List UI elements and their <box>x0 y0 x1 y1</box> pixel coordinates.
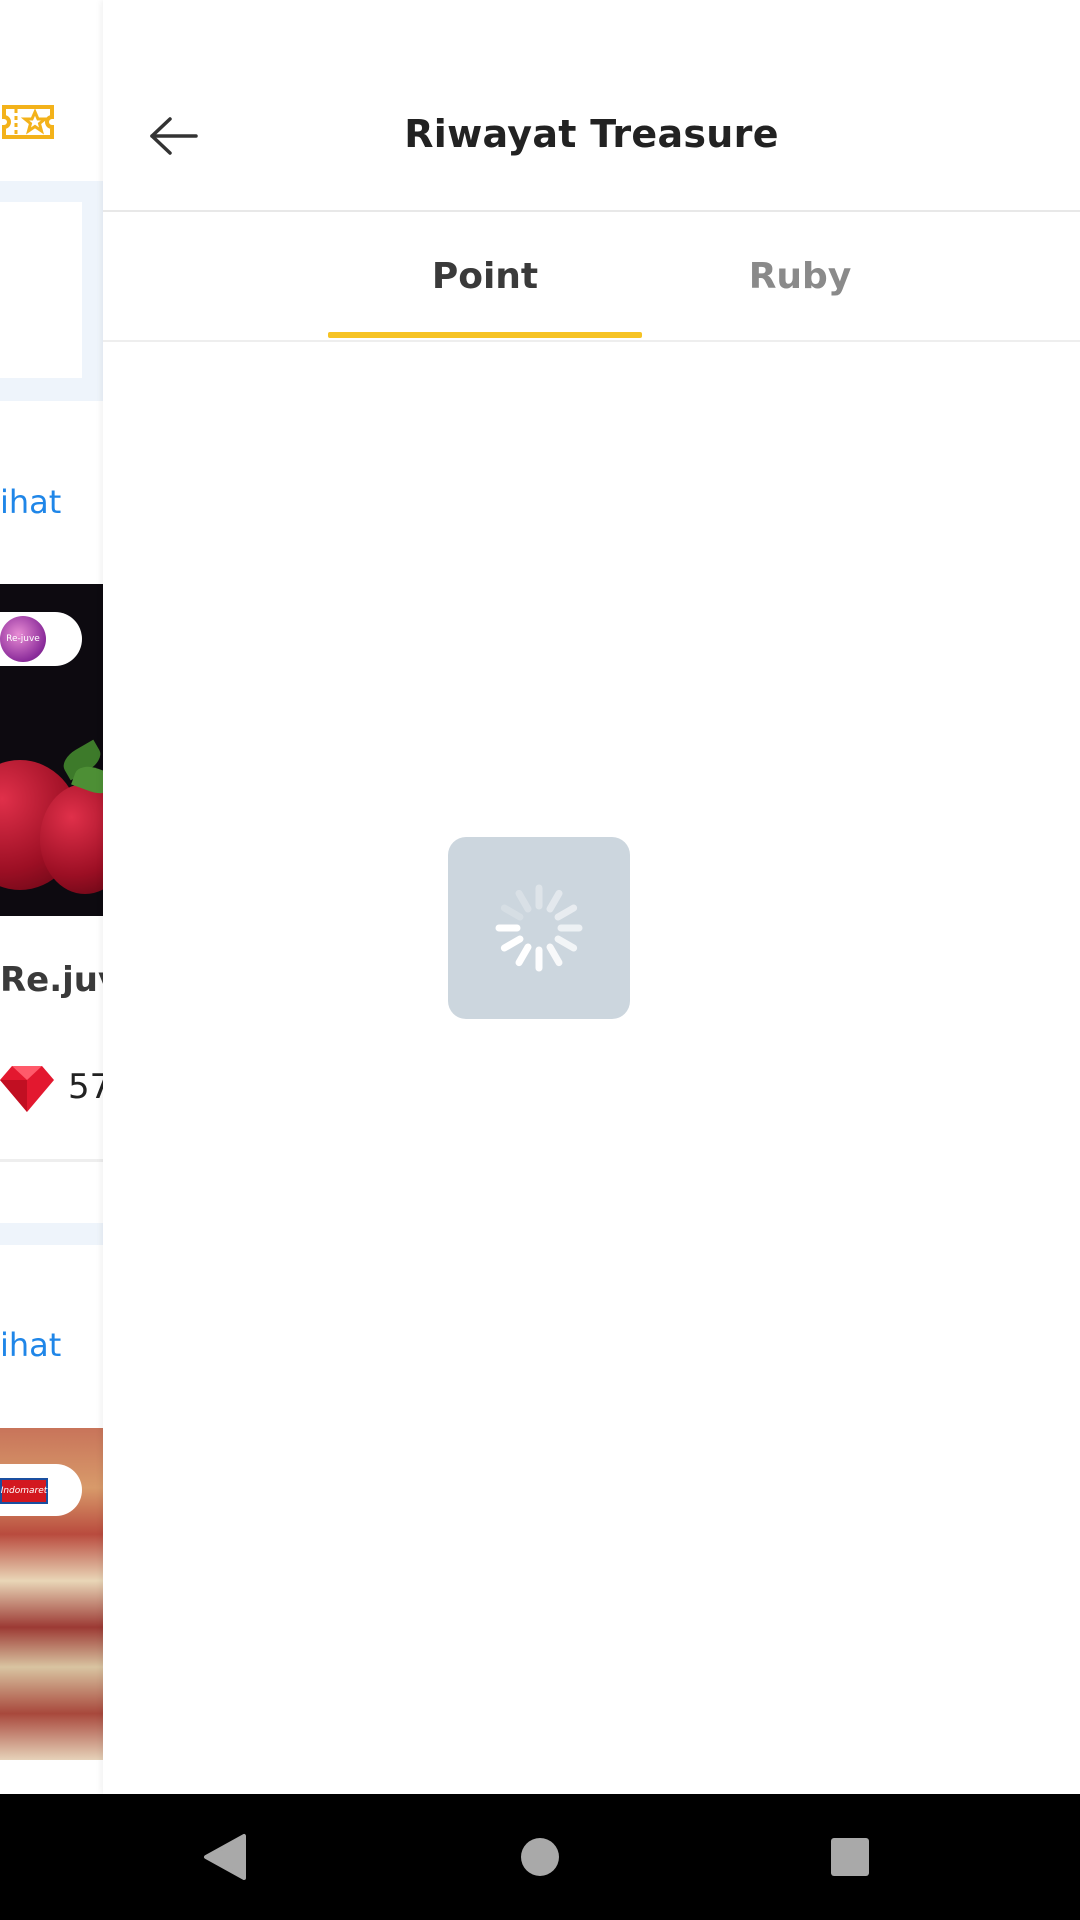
history-content <box>103 342 1080 1794</box>
promo-image-indomaret[interactable]: Indomaret <box>0 1428 103 1760</box>
app-header: Riwayat Treasure <box>103 0 1080 212</box>
system-nav-bar <box>0 1794 1080 1920</box>
background-page: ihat Re-juve Re.juve 57 ihat Indomaret <box>0 0 103 1794</box>
rejuve-logo: Re-juve <box>0 616 46 662</box>
indomaret-logo: Indomaret <box>0 1478 48 1504</box>
divider <box>0 1159 103 1162</box>
home-circle-icon <box>521 1838 559 1876</box>
product-title: Re.juve <box>0 960 103 1000</box>
nav-home-button[interactable] <box>505 1824 575 1890</box>
back-triangle-icon <box>204 1834 246 1880</box>
recents-square-icon <box>831 1838 869 1876</box>
spinner-icon <box>495 884 583 972</box>
tab-ruby[interactable]: Ruby <box>643 212 957 340</box>
brand-logo-text: Indomaret <box>0 1486 48 1496</box>
tab-bar: Point Ruby <box>103 212 1080 342</box>
promo-image-rejuve[interactable]: Re-juve <box>0 584 103 916</box>
loading-indicator <box>448 837 630 1019</box>
ruby-price: 57 <box>68 1067 103 1107</box>
see-all-link[interactable]: ihat <box>0 1325 61 1365</box>
page-title: Riwayat Treasure <box>404 112 779 156</box>
ticket-star-icon[interactable] <box>0 103 56 141</box>
brand-badge: Re-juve <box>0 612 82 666</box>
nav-back-button[interactable] <box>190 1824 260 1890</box>
section-separator <box>0 1223 103 1245</box>
banner-card[interactable] <box>0 202 82 378</box>
ruby-icon <box>0 1066 54 1112</box>
riwayat-treasure-panel: Riwayat Treasure Point Ruby <box>103 0 1080 1794</box>
active-tab-indicator <box>328 332 642 338</box>
tab-point[interactable]: Point <box>328 212 642 340</box>
brand-logo-text: Re-juve <box>6 634 40 644</box>
nav-recents-button[interactable] <box>815 1824 885 1890</box>
brand-badge: Indomaret <box>0 1464 82 1516</box>
see-all-link[interactable]: ihat <box>0 482 61 522</box>
